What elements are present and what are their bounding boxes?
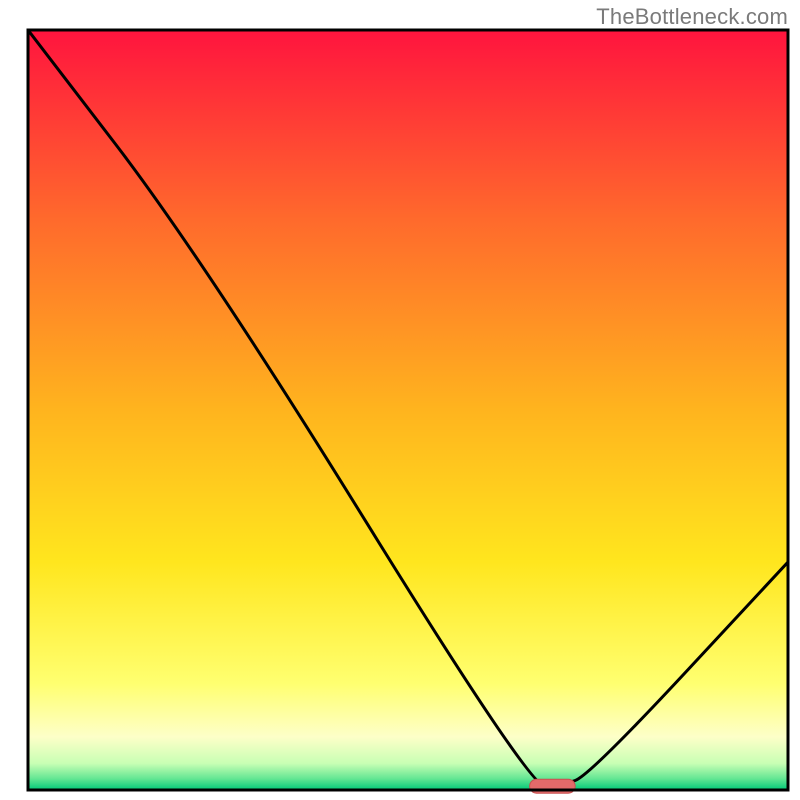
chart-container: TheBottleneck.com [0,0,800,800]
gradient-background [28,30,788,790]
attribution-label: TheBottleneck.com [596,4,788,30]
bottleneck-chart [0,0,800,800]
